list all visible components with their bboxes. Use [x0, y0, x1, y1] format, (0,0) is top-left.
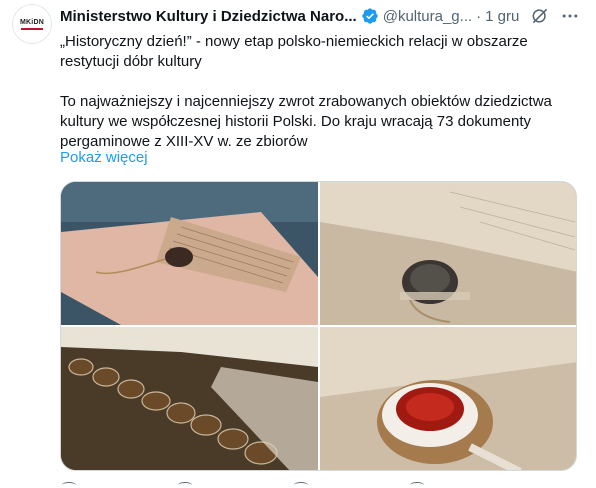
media-grid [60, 181, 577, 471]
grok-icon[interactable] [530, 6, 550, 26]
avatar-logo-line [21, 27, 43, 30]
handle[interactable]: @kultura_g... [383, 8, 472, 25]
tweet-text-headline: „Historyczny dzień!” - nowy etap polsko-… [60, 32, 580, 72]
like-icon[interactable] [294, 482, 308, 488]
photo-parchment-with-seal[interactable] [320, 182, 576, 325]
verified-badge-icon [361, 7, 379, 25]
tweet-paragraph-1: „Historyczny dzień!” - nowy etap polsko-… [60, 33, 528, 70]
tweet-header: Ministerstwo Kultury i Dziedzictwa Naro.… [60, 6, 590, 26]
views-icon[interactable] [410, 482, 424, 488]
separator-dot: · [476, 7, 482, 25]
show-more-link[interactable]: Pokaż więcej [60, 149, 148, 166]
avatar-logo-text: MKiDN [20, 18, 44, 26]
tweet[interactable]: MKiDN Ministerstwo Kultury i Dziedzictwa… [0, 0, 596, 488]
photo-document-with-seal[interactable] [61, 182, 318, 325]
more-options-icon[interactable] [560, 6, 580, 26]
reply-icon[interactable] [62, 482, 76, 488]
timestamp[interactable]: 1 gru [485, 8, 519, 25]
action-bar [60, 478, 580, 488]
avatar[interactable]: MKiDN [12, 4, 52, 44]
photo-red-wax-seal[interactable] [320, 327, 576, 470]
retweet-icon[interactable] [178, 482, 192, 488]
tweet-paragraph-2: To najważniejszy i najcenniejszy zwrot z… [60, 93, 552, 150]
display-name[interactable]: Ministerstwo Kultury i Dziedzictwa Naro.… [60, 8, 357, 25]
photo-stacked-seals[interactable] [61, 327, 318, 470]
